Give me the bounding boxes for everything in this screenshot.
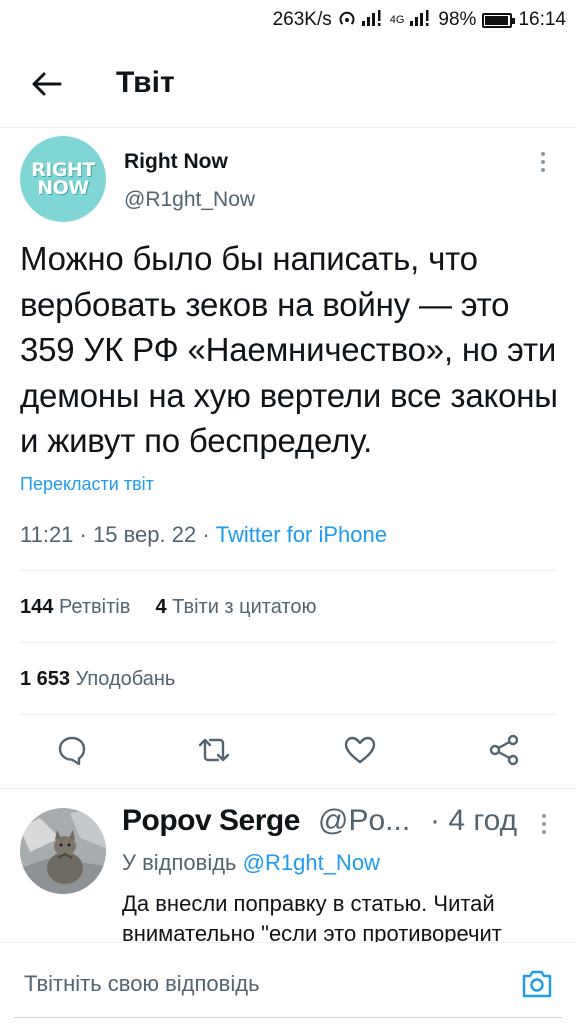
reply-to-mention[interactable]: @R1ght_Now — [243, 850, 380, 875]
camera-button[interactable] — [520, 967, 554, 1001]
network-type-label: 4G — [389, 14, 405, 26]
tweet-text: Можно было бы написать, что вербовать зе… — [20, 240, 558, 459]
author-handle[interactable]: @R1ght_Now — [124, 188, 255, 212]
share-icon — [489, 734, 519, 766]
battery-icon — [482, 12, 516, 28]
more-vertical-icon — [541, 152, 545, 172]
battery-fill — [485, 15, 509, 25]
likes-label: Уподобань — [75, 668, 176, 690]
tweet-meta: 11:21 · 15 вер. 22 · Twitter for iPhone — [20, 522, 387, 548]
camera-icon — [522, 970, 552, 998]
retweet-button[interactable] — [196, 732, 232, 768]
quotes-count: 4 — [155, 596, 167, 618]
heart-icon — [344, 736, 376, 764]
share-button[interactable] — [486, 732, 522, 768]
translate-tweet-link[interactable]: Перекласти твіт — [20, 474, 154, 495]
divider — [20, 570, 556, 571]
reply-to-line: У відповідь @R1ght_Now — [122, 850, 380, 876]
divider — [20, 642, 556, 643]
author-name[interactable]: Right Now — [124, 150, 228, 174]
signal-icon — [361, 10, 384, 30]
quotes-stat[interactable]: 4 Твіти з цитатою — [155, 596, 316, 618]
header: Твіт — [0, 40, 576, 128]
retweets-count: 144 — [20, 596, 54, 618]
retweets-stat[interactable]: 144 Ретвітів — [20, 596, 136, 618]
retweet-icon — [198, 738, 230, 762]
clock: 16:14 — [518, 9, 566, 30]
like-button[interactable] — [342, 732, 378, 768]
meta-separator: · — [202, 522, 210, 547]
likes-stat[interactable]: 1 653 Уподобань — [20, 668, 175, 690]
reply-text: Да внесли поправку в статью. Читай внима… — [122, 891, 502, 943]
arrow-left-icon — [32, 72, 62, 96]
status-bar: 263K/s 4G 98% 16:14 — [0, 0, 576, 40]
quotes-label: Твіти з цитатою — [172, 596, 317, 618]
reply-button[interactable] — [54, 732, 90, 768]
back-button[interactable] — [26, 64, 66, 104]
likes-count: 1 653 — [20, 668, 71, 690]
divider — [20, 714, 556, 715]
reply-time: · 4 год — [430, 804, 518, 837]
tweet-source-link[interactable]: Twitter for iPhone — [216, 522, 387, 547]
more-vertical-icon — [542, 814, 546, 834]
section-divider — [0, 788, 576, 789]
reply-more-options-button[interactable] — [537, 812, 551, 836]
likes-stats: 1 653 Уподобань — [20, 668, 175, 691]
compose-bar: Твітніть свою відповідь — [0, 942, 576, 1024]
meta-separator: · — [79, 522, 87, 547]
reply-author-name[interactable]: Popov Serge — [122, 804, 300, 838]
reply-compose-input[interactable]: Твітніть свою відповідь — [24, 971, 260, 997]
signal-4g-icon — [410, 10, 432, 30]
tweet-date: 15 вер. 22 — [93, 522, 197, 547]
author-avatar[interactable]: RIGHT NOW — [20, 136, 106, 222]
battery-percent: 98% — [438, 9, 477, 30]
reply-author-avatar[interactable] — [20, 808, 106, 894]
share-stats: 144 Ретвітів 4 Твіти з цитатою — [20, 596, 316, 619]
cat-photo-avatar — [20, 808, 106, 894]
tweet-time: 11:21 — [20, 522, 74, 547]
reply-author-handle[interactable]: @Po... — [318, 804, 410, 838]
avatar-logo-text-2: NOW — [37, 177, 89, 199]
more-options-button[interactable] — [535, 150, 551, 176]
network-speed: 263K/s — [272, 9, 332, 30]
hotspot-icon — [338, 9, 356, 31]
page-title: Твіт — [116, 66, 175, 99]
retweets-label: Ретвітів — [58, 596, 131, 618]
reply-to-label: У відповідь — [122, 850, 237, 875]
comment-icon — [58, 736, 86, 766]
compose-underline — [14, 1017, 562, 1018]
